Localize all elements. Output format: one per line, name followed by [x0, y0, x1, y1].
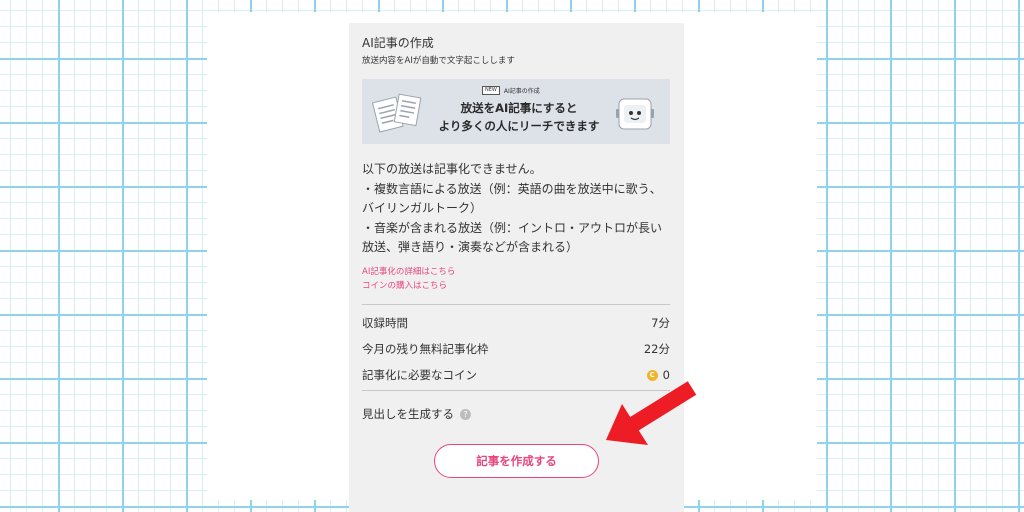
notice-line: バイリンガルトーク） [362, 201, 483, 215]
banner-tag-label: AI記事の作成 [503, 88, 540, 95]
create-article-button[interactable]: 記事を作成する [434, 444, 599, 478]
banner-headline-line1: 放送をAI記事にすると [460, 101, 578, 115]
divider [362, 304, 670, 305]
coins-needed-label: 記事化に必要なコイン [362, 368, 477, 382]
generate-headline-label: 見出しを生成する [362, 407, 454, 421]
notice-line: 放送、弾き語り・演奏などが含まれる） [362, 240, 579, 254]
robot-icon [616, 98, 654, 130]
generate-headline-row: 見出しを生成する ? [362, 406, 471, 422]
ai-article-details-link[interactable]: AI記事化の詳細はこちら [362, 265, 455, 277]
banner-tag: NEW AI記事の作成 [482, 86, 540, 95]
panel-title: AI記事の作成 [362, 36, 434, 50]
buy-coins-link[interactable]: コインの購入はこちら [362, 279, 447, 291]
free-quota-value: 22分 [643, 342, 670, 356]
documents-icon [372, 93, 422, 133]
banner-headline-line2: より多くの人にリーチできます [438, 119, 600, 133]
notice-line: 以下の放送は記事化できません。 [362, 162, 542, 176]
recording-time-label: 収録時間 [362, 316, 408, 330]
red-arrow-annotation [606, 381, 697, 445]
help-icon[interactable]: ? [460, 408, 471, 420]
free-quota-row: 今月の残り無料記事化枠 22分 [362, 341, 670, 357]
notice-line: ・音楽が含まれる放送（例：イントロ・アウトロが長い [362, 220, 663, 235]
panel-subtitle: 放送内容をAIが自動で文字起こしします [362, 56, 515, 66]
promo-banner: NEW AI記事の作成 放送をAI記事にすると より多くの人にリーチできます [362, 79, 670, 144]
notice-line: ・複数言語による放送（例：英語の曲を放送中に歌う、 [362, 181, 662, 196]
restriction-notice: 以下の放送は記事化できません。 ・複数言語による放送（例：英語の曲を放送中に歌う… [362, 160, 682, 258]
free-quota-label: 今月の残り無料記事化枠 [362, 342, 489, 356]
recording-time-value: 7分 [651, 316, 670, 330]
recording-time-row: 収録時間 7分 [362, 315, 670, 331]
new-badge: NEW [482, 86, 500, 95]
